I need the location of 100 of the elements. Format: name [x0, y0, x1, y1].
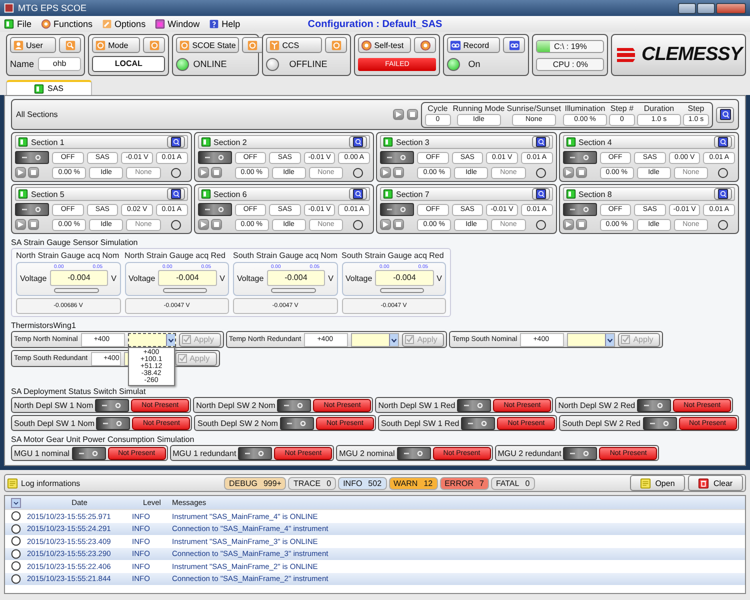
stop-button[interactable] [28, 167, 39, 178]
section-icon [566, 189, 576, 200]
logo-text: CLEMESSY [641, 44, 742, 66]
menu-item[interactable]: Options [102, 19, 146, 29]
stop-button[interactable] [576, 167, 586, 178]
sort-icon[interactable] [11, 498, 21, 508]
caret-icon [166, 334, 175, 346]
voltage-input[interactable]: -0.004 [266, 270, 326, 286]
toggle-switch[interactable] [15, 203, 49, 216]
search-button[interactable] [532, 188, 550, 200]
panel-button[interactable]: SCOE State [176, 37, 239, 53]
play-button[interactable] [380, 219, 391, 230]
search-button[interactable] [714, 188, 732, 200]
menu-item[interactable]: Window [154, 19, 200, 29]
panel-action-button[interactable] [59, 37, 82, 53]
trash-icon [698, 478, 710, 488]
toggle-switch[interactable] [380, 151, 414, 164]
play-button[interactable] [198, 219, 208, 230]
search-button[interactable] [166, 188, 184, 200]
log-level-filter[interactable]: TRACE 0 [288, 476, 336, 490]
stop-button[interactable] [210, 219, 222, 230]
panel-button[interactable]: Record [447, 37, 500, 53]
panel-action-button[interactable] [414, 37, 436, 53]
group-title: South Strain Gauge acq Nom [233, 251, 338, 260]
switch-label: South Depl SW 2 Nom [197, 418, 278, 428]
column-label: Sunrise/Sunset [506, 104, 561, 112]
toggle-switch[interactable] [396, 446, 431, 460]
toggle-switch[interactable] [562, 203, 596, 216]
slider-track[interactable] [162, 288, 207, 293]
toggle-switch[interactable] [637, 398, 672, 412]
search-button[interactable] [349, 188, 367, 200]
play-button[interactable] [562, 167, 574, 178]
toggle-switch[interactable] [461, 416, 496, 430]
log-level-filter[interactable]: INFO 502 [338, 476, 387, 490]
panel-button[interactable]: CCS [266, 37, 322, 53]
slider-track[interactable] [380, 288, 424, 293]
slider-track[interactable] [54, 288, 98, 293]
search-button[interactable] [716, 106, 734, 122]
toggle-switch[interactable] [380, 203, 414, 216]
switch-label: MGU 1 redundant [172, 448, 236, 458]
play-button[interactable] [15, 167, 26, 178]
play-button[interactable] [15, 219, 26, 230]
search-button[interactable] [166, 136, 184, 148]
toggle-switch[interactable] [95, 398, 130, 412]
play-button[interactable] [562, 219, 574, 230]
maximize-button[interactable] [697, 2, 715, 14]
column-label: Cycle [428, 104, 448, 112]
stop-button[interactable] [28, 219, 39, 230]
panel-action-button[interactable] [325, 37, 348, 53]
search-button[interactable] [349, 136, 367, 148]
stop-icon [578, 221, 584, 228]
tab[interactable]: SAS [6, 80, 92, 95]
panel-button[interactable]: Mode [92, 37, 140, 53]
slider-track[interactable] [271, 288, 316, 293]
minimize-button[interactable] [678, 2, 696, 14]
log-level-filter[interactable]: WARN 12 [388, 476, 438, 490]
menu-item[interactable]: File [4, 19, 32, 29]
voltage-input[interactable]: -0.004 [158, 270, 217, 286]
log-level-filter[interactable]: FATAL 0 [490, 476, 535, 490]
search-button[interactable] [714, 136, 732, 148]
panel-action-button[interactable] [242, 37, 264, 53]
toggle-switch[interactable] [280, 416, 314, 430]
toggle-switch[interactable] [563, 446, 598, 460]
menu-item[interactable]: Help [208, 19, 240, 29]
clear-button[interactable]: Clear [688, 475, 743, 491]
toggle-switch[interactable] [198, 203, 232, 216]
log-level-filter[interactable]: ERROR 7 [440, 476, 489, 490]
toggle-switch[interactable] [96, 416, 130, 430]
name-field[interactable]: ohb [38, 57, 82, 71]
panel-button[interactable]: User [10, 37, 56, 53]
play-button[interactable] [392, 109, 404, 120]
toggle-switch[interactable] [457, 398, 492, 412]
play-button[interactable] [380, 167, 391, 178]
toggle-switch[interactable] [198, 151, 232, 164]
log-level-filter[interactable]: DEBUG 999+ [224, 476, 286, 490]
toggle-switch[interactable] [562, 151, 596, 164]
field-label: Voltage [20, 274, 47, 282]
stop-icon [395, 169, 402, 176]
close-button[interactable] [716, 2, 746, 14]
group-title: ThermistorsWing1 [11, 321, 77, 330]
stop-button[interactable] [406, 109, 418, 120]
stop-button[interactable] [210, 167, 222, 178]
stop-button[interactable] [576, 219, 586, 230]
toggle-switch[interactable] [277, 398, 312, 412]
search-button[interactable] [532, 136, 550, 148]
toggle-switch[interactable] [238, 446, 272, 460]
panel-action-button[interactable] [503, 37, 526, 53]
stop-button[interactable] [393, 167, 404, 178]
menu-item[interactable]: Functions [40, 19, 93, 29]
toggle-switch[interactable] [642, 416, 676, 430]
voltage-input[interactable]: -0.004 [50, 270, 108, 286]
stop-button[interactable] [393, 219, 404, 230]
voltage-input[interactable]: -0.004 [375, 270, 434, 286]
panel-button[interactable]: Self-test [358, 37, 412, 53]
column-label: Step # [610, 104, 634, 112]
open-button[interactable]: Open [630, 475, 685, 491]
play-button[interactable] [198, 167, 208, 178]
toggle-switch[interactable] [15, 151, 49, 164]
panel-action-button[interactable] [143, 37, 166, 53]
toggle-switch[interactable] [72, 446, 106, 460]
